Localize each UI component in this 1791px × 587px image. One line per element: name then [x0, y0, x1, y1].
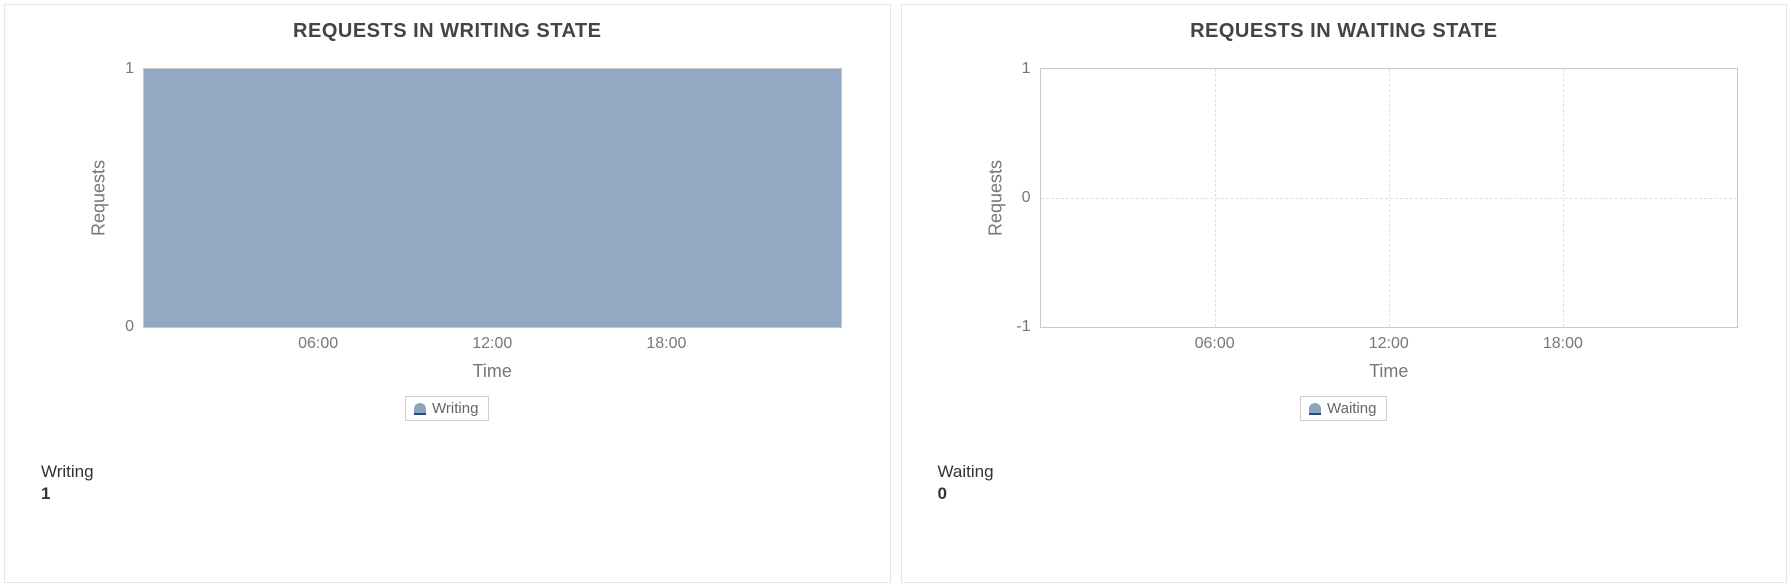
x-tick: 06:00	[298, 335, 338, 353]
summary-label: Waiting	[938, 461, 1769, 483]
summary: Waiting 0	[938, 461, 1769, 505]
y-tick: -1	[1016, 318, 1030, 336]
x-tick: 12:00	[472, 335, 512, 353]
legend-item-waiting[interactable]: Waiting	[1300, 396, 1387, 421]
chart-title: REQUESTS IN WAITING STATE	[920, 20, 1769, 43]
y-axis-label: Requests	[89, 160, 110, 236]
area-icon	[1309, 403, 1321, 415]
panel-writing: REQUESTS IN WRITING STATE 0 1 06:00 12:0…	[4, 4, 891, 583]
x-tick: 18:00	[646, 335, 686, 353]
y-tick: 0	[1022, 189, 1031, 207]
y-axis-label: Requests	[985, 160, 1006, 236]
x-tick: 06:00	[1195, 335, 1235, 353]
panel-waiting: REQUESTS IN WAITING STATE -1 0 1 06:00 1…	[901, 4, 1788, 583]
legend-item-writing[interactable]: Writing	[405, 396, 489, 421]
plot[interactable]: 0 1 06:00 12:00 18:00 Requests Time	[143, 68, 842, 328]
summary-value: 1	[41, 483, 872, 505]
y-tick: 1	[125, 60, 134, 78]
summary-label: Writing	[41, 461, 872, 483]
x-tick: 18:00	[1543, 335, 1583, 353]
series-writing-area	[144, 69, 841, 327]
y-tick: 1	[1022, 60, 1031, 78]
legend-label: Writing	[432, 400, 478, 417]
y-tick: 0	[125, 318, 134, 336]
chart-area[interactable]: -1 0 1 06:00 12:00 18:00 Requests Time	[980, 58, 1749, 388]
summary-value: 0	[938, 483, 1769, 505]
x-tick: 12:00	[1369, 335, 1409, 353]
chart-area[interactable]: 0 1 06:00 12:00 18:00 Requests Time	[83, 58, 852, 388]
chart-title: REQUESTS IN WRITING STATE	[23, 20, 872, 43]
plot[interactable]: -1 0 1 06:00 12:00 18:00 Requests Time	[1040, 68, 1739, 328]
x-axis-label: Time	[473, 361, 512, 382]
legend-label: Waiting	[1327, 400, 1376, 417]
area-icon	[414, 403, 426, 415]
summary: Writing 1	[41, 461, 872, 505]
x-axis-label: Time	[1369, 361, 1408, 382]
